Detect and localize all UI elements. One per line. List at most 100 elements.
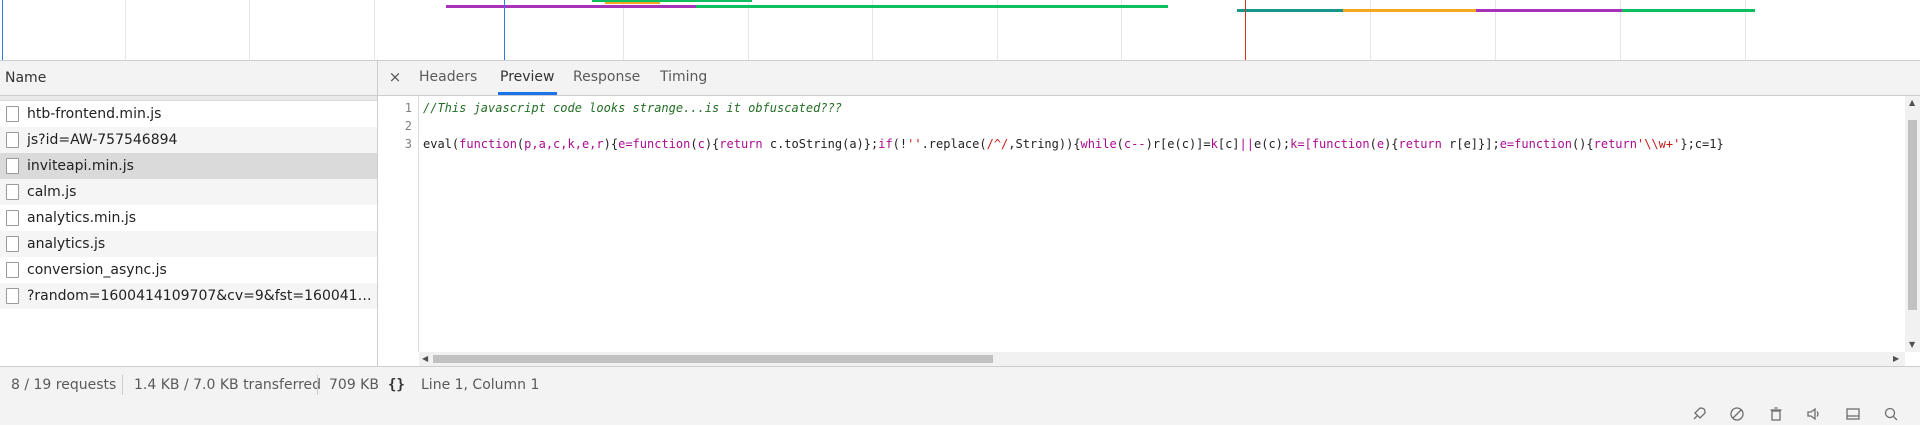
code-line-comment: //This javascript code looks strange...i… xyxy=(423,101,843,115)
code-token: || xyxy=(1239,137,1254,151)
vertical-scrollbar[interactable]: ▲ ▼ xyxy=(1905,96,1920,352)
bottom-toolbar xyxy=(0,403,1920,425)
request-row[interactable]: analytics.js xyxy=(0,231,377,257)
line-number: 1 xyxy=(404,101,412,115)
code-token: return xyxy=(719,137,763,151)
code-token: ){ xyxy=(704,137,720,151)
request-row[interactable]: calm.js xyxy=(0,179,377,205)
code-token: ){ xyxy=(1384,137,1399,151)
dom-content-loaded-line xyxy=(2,0,3,60)
code-token: ( xyxy=(690,137,698,151)
code-token: )r[e(c)]= xyxy=(1145,137,1211,151)
pretty-print-icon[interactable]: {} xyxy=(388,367,405,403)
code-token: ){ xyxy=(603,137,619,151)
code-token: /^/ xyxy=(986,137,1009,151)
code-token: return xyxy=(1398,137,1442,151)
no-throttle-icon[interactable] xyxy=(1729,406,1745,422)
code-token: e(c); xyxy=(1254,137,1291,151)
grid-line xyxy=(374,0,375,60)
grid-line xyxy=(623,0,624,60)
scroll-up-icon[interactable]: ▲ xyxy=(1909,98,1915,108)
file-icon xyxy=(6,236,19,252)
request-count: 8 / 19 requests xyxy=(11,377,117,393)
code-token: k xyxy=(1210,137,1218,151)
load-event-line xyxy=(1245,0,1246,60)
code-token: ( xyxy=(1116,137,1124,151)
code-line-eval: eval(function(p,a,c,k,e,r){e=function(c)… xyxy=(423,137,1724,151)
trash-icon[interactable] xyxy=(1768,406,1784,422)
code-token: c xyxy=(697,137,705,151)
request-row[interactable]: ?random=1600414109707&cv=9&fst=160041410… xyxy=(0,283,377,309)
close-icon[interactable]: × xyxy=(386,61,404,95)
tab-response[interactable]: Response xyxy=(573,61,640,94)
code-token: c-- xyxy=(1123,137,1146,151)
tab-headers[interactable]: Headers xyxy=(419,61,477,94)
line-number: 3 xyxy=(404,137,412,151)
horizontal-scrollbar[interactable]: ◀ ▶ xyxy=(419,352,1905,366)
vertical-scroll-thumb[interactable] xyxy=(1908,120,1917,310)
request-row[interactable]: analytics.min.js xyxy=(0,205,377,231)
line-number: 2 xyxy=(404,119,412,133)
horizontal-scroll-thumb[interactable] xyxy=(433,355,993,363)
code-token: '\\w+' xyxy=(1636,137,1681,151)
code-token: p,a,c,k,e,r xyxy=(524,137,604,151)
code-token: [c] xyxy=(1217,137,1240,151)
scroll-down-icon[interactable]: ▼ xyxy=(1909,340,1915,350)
request-row[interactable]: js?id=AW-757546894 xyxy=(0,127,377,153)
request-name: js?id=AW-757546894 xyxy=(27,132,178,148)
grid-line xyxy=(997,0,998,60)
waterfall-bar xyxy=(446,5,696,8)
request-name: analytics.js xyxy=(27,236,106,252)
rocket-icon[interactable] xyxy=(1691,406,1707,422)
tab-timing[interactable]: Timing xyxy=(660,61,707,94)
request-name: inviteapi.min.js xyxy=(27,158,134,174)
scroll-right-icon[interactable]: ▶ xyxy=(1893,354,1899,364)
code-token: ,String)){ xyxy=(1008,137,1081,151)
dom-content-loaded-line xyxy=(504,0,505,60)
file-icon xyxy=(6,158,19,174)
tab-preview[interactable]: Preview xyxy=(498,61,557,95)
waterfall-bar xyxy=(1237,9,1343,12)
file-icon xyxy=(6,210,19,226)
resource-size: 709 KB xyxy=(329,377,379,393)
waterfall-bar xyxy=(1476,9,1622,12)
name-column-header[interactable]: Name xyxy=(0,61,377,96)
search-icon[interactable] xyxy=(1883,406,1899,422)
detail-tabbar: × Headers Preview Response Timing xyxy=(378,61,1920,96)
status-divider xyxy=(122,375,123,395)
file-icon xyxy=(6,184,19,200)
line-number-gutter: 1 2 3 xyxy=(378,96,419,352)
code-token: e xyxy=(1376,137,1385,151)
waterfall-overview[interactable] xyxy=(0,0,1920,61)
grid-line xyxy=(748,0,749,60)
code-editor[interactable]: 1 2 3 //This javascript code looks stran… xyxy=(378,96,1920,366)
grid-line xyxy=(125,0,126,60)
code-token: c.toString(a)}; xyxy=(762,137,879,151)
status-divider xyxy=(317,375,318,395)
waterfall-bar xyxy=(605,2,660,4)
request-name: calm.js xyxy=(27,184,77,200)
request-row[interactable]: htb-frontend.min.js xyxy=(0,101,377,127)
file-icon xyxy=(6,262,19,278)
cursor-position: Line 1, Column 1 xyxy=(421,377,540,393)
code-token: e= xyxy=(1499,137,1515,151)
grid-line xyxy=(1121,0,1122,60)
code-token: .replace( xyxy=(921,137,987,151)
dock-icon[interactable] xyxy=(1845,406,1861,422)
code-token: (! xyxy=(892,137,908,151)
code-token: function xyxy=(1514,137,1572,151)
preview-panel: × Headers Preview Response Timing 1 2 3 … xyxy=(378,61,1920,366)
code-token: if xyxy=(878,137,893,151)
status-bar: 8 / 19 requests 1.4 KB / 7.0 KB transfer… xyxy=(0,366,1920,403)
waterfall-bar xyxy=(1622,9,1755,12)
scroll-left-icon[interactable]: ◀ xyxy=(422,354,428,364)
request-row-selected[interactable]: inviteapi.min.js xyxy=(0,153,377,179)
code-token: return xyxy=(1593,137,1637,151)
request-name: ?random=1600414109707&cv=9&fst=160041410… xyxy=(27,288,377,304)
grid-line xyxy=(872,0,873,60)
code-token: function xyxy=(459,137,517,151)
file-icon xyxy=(6,132,19,148)
waterfall-bar xyxy=(696,5,1168,8)
request-row[interactable]: conversion_async.js xyxy=(0,257,377,283)
speaker-icon[interactable] xyxy=(1806,406,1822,422)
